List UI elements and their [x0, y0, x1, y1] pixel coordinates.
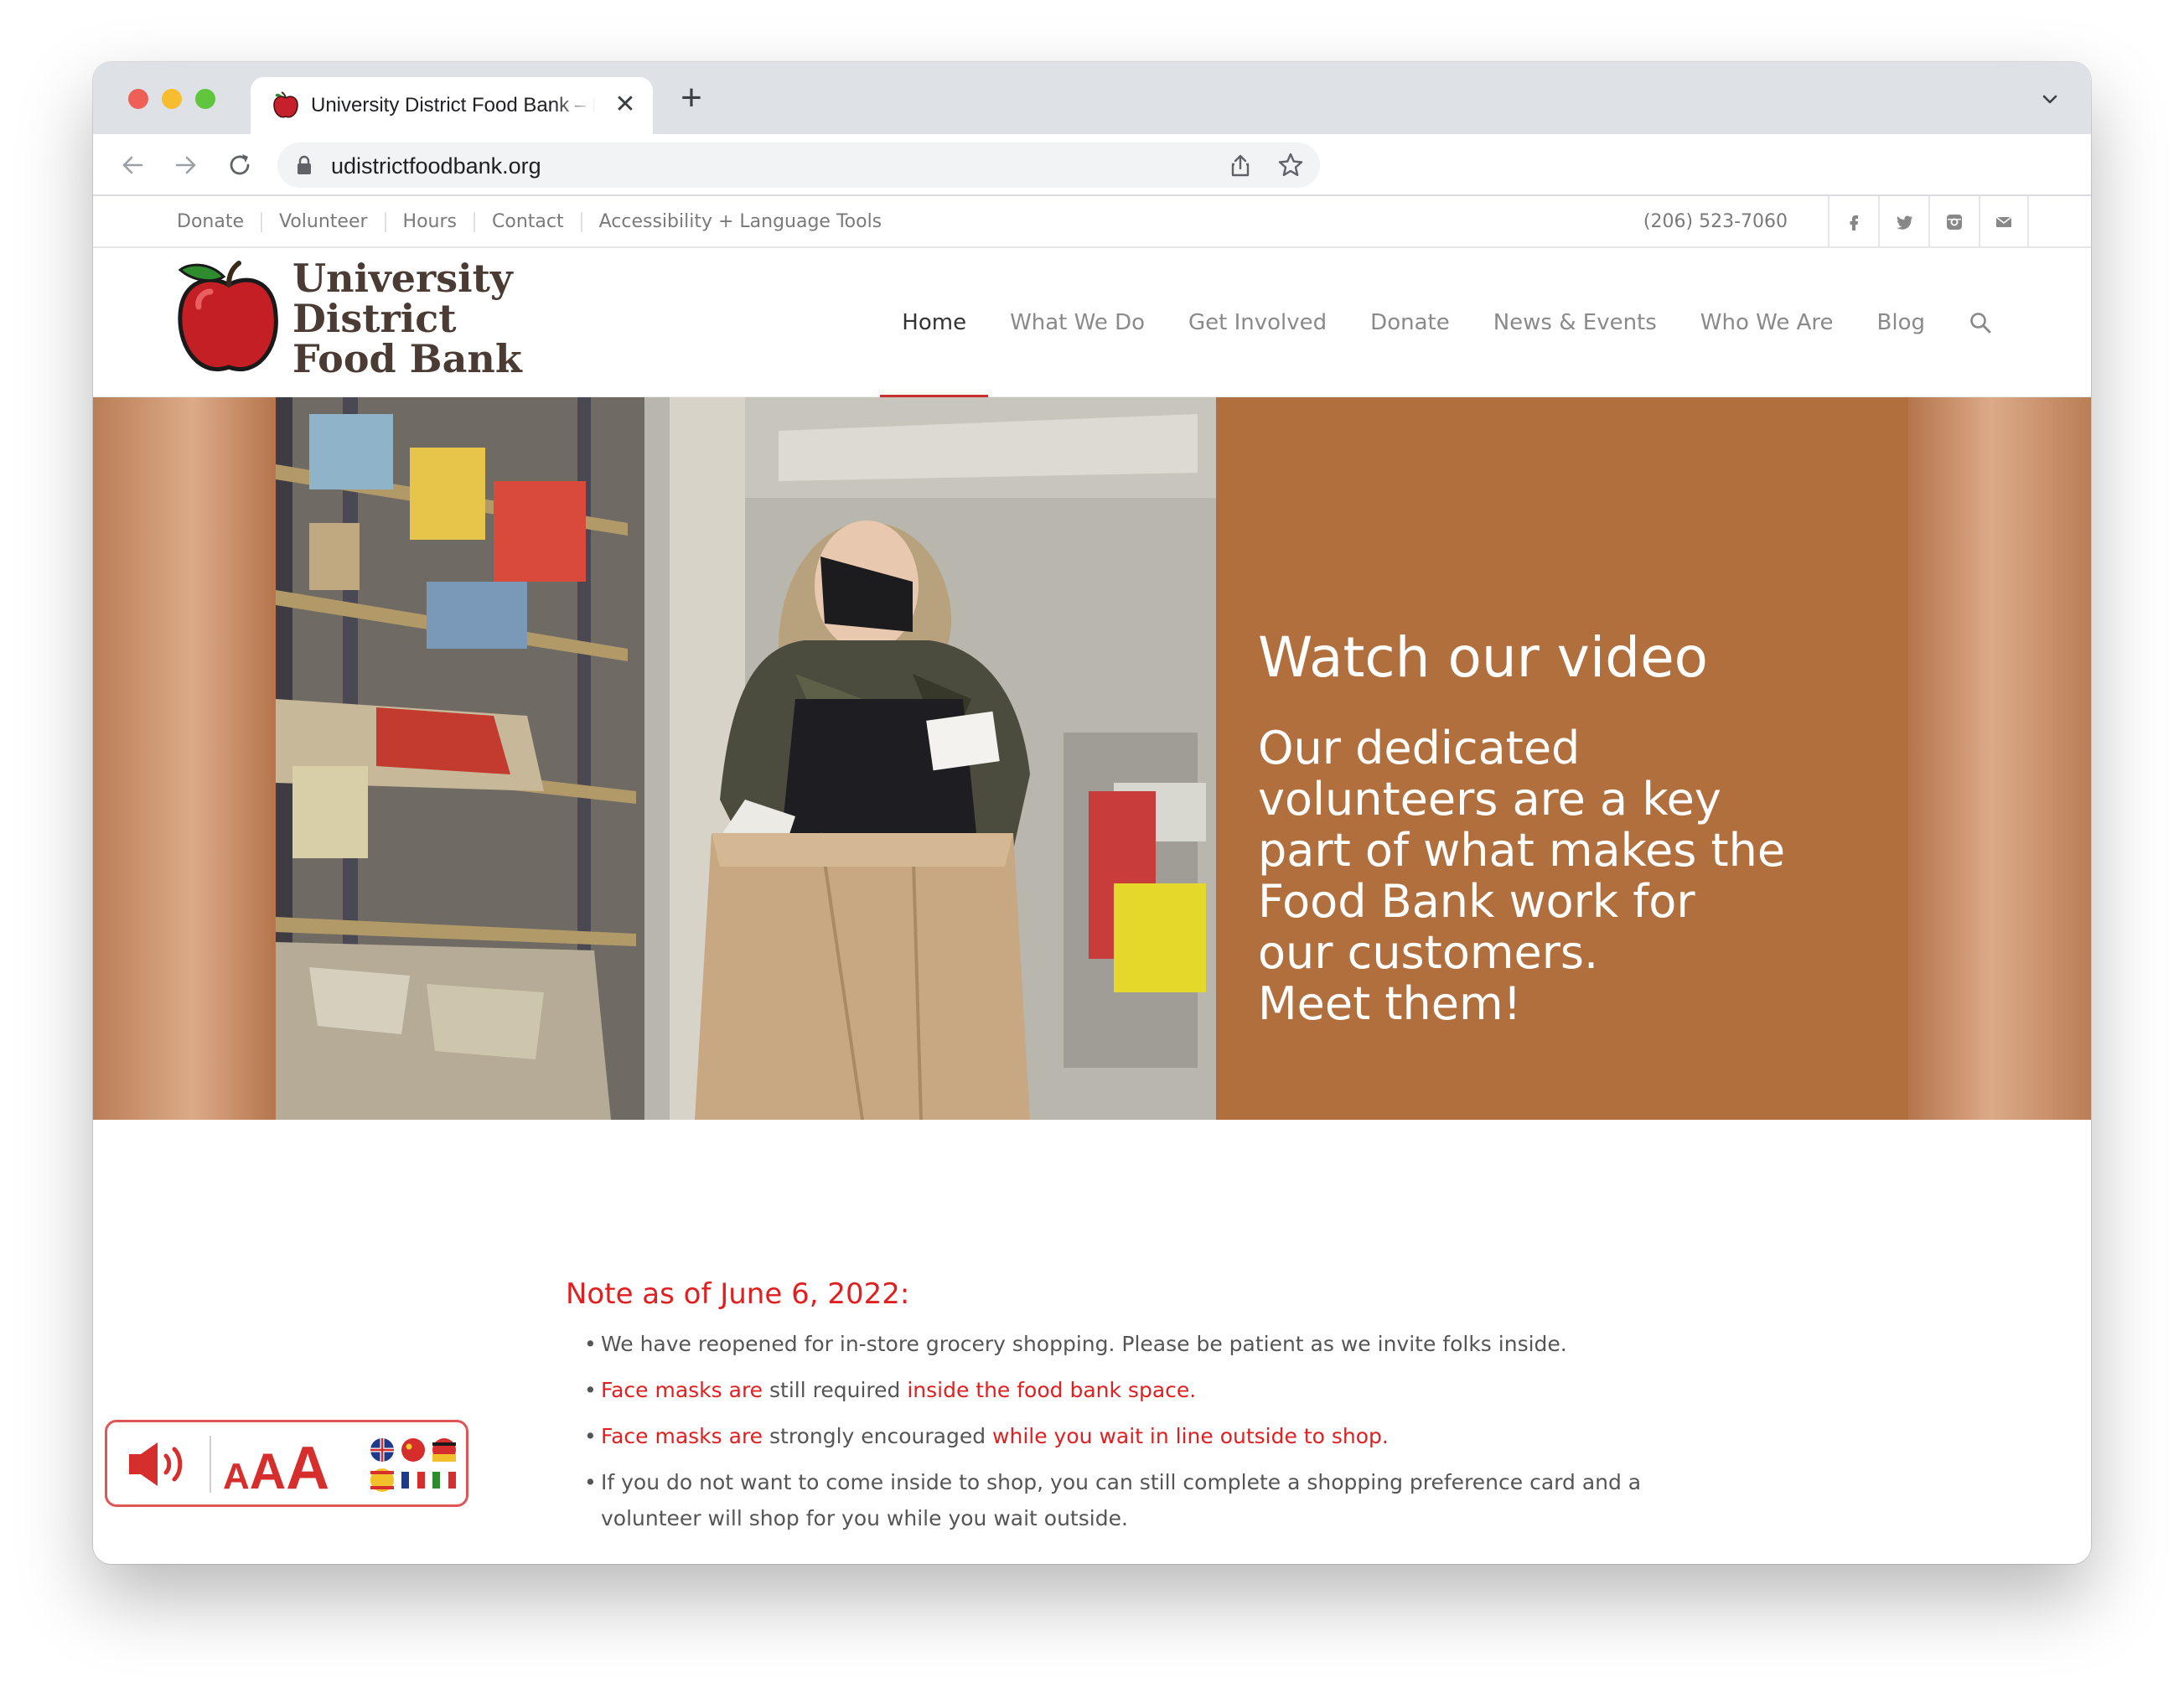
- hero-line-4: Food Bank work for: [1258, 875, 1695, 928]
- nav-what-we-do[interactable]: What We Do: [1010, 248, 1145, 397]
- twitter-link[interactable]: [1878, 196, 1928, 248]
- text-size-large: A: [286, 1435, 330, 1502]
- hero-video-banner[interactable]: Watch our video Our dedicated volunteers…: [93, 397, 2091, 1120]
- instagram-icon: [1947, 215, 1962, 230]
- notice-item-highlight: inside the food bank space.: [907, 1378, 1197, 1402]
- text-size-button[interactable]: AAA: [223, 1434, 329, 1503]
- forward-arrow-icon[interactable]: [170, 149, 202, 181]
- notice-title: Note as of June 6, 2022:: [566, 1277, 910, 1311]
- logo-line-3: Food Bank: [292, 336, 522, 381]
- notice-item: Face masks are strongly encouraged while…: [584, 1418, 1739, 1454]
- notice-list: We have reopened for in-store grocery sh…: [566, 1326, 1739, 1536]
- hero-line-5: our customers.: [1258, 926, 1599, 979]
- back-arrow-icon[interactable]: [116, 149, 148, 181]
- facebook-icon: [1850, 215, 1858, 230]
- new-tab-icon[interactable]: +: [673, 80, 710, 117]
- search-icon[interactable]: [1969, 311, 1992, 334]
- utility-link-contact[interactable]: Contact: [474, 212, 581, 232]
- web-page: Donate Volunteer Hours Contact Accessibi…: [93, 196, 2091, 1564]
- utility-bar: Donate Volunteer Hours Contact Accessibi…: [93, 196, 2091, 248]
- text-size-medium: A: [249, 1443, 287, 1499]
- address-bar[interactable]: udistrictfoodbank.org: [277, 142, 1320, 188]
- utility-link-donate[interactable]: Donate: [177, 212, 261, 232]
- maximize-window-button[interactable]: [195, 89, 215, 109]
- text-size-small: A: [223, 1456, 250, 1497]
- volunteer-photo: [276, 397, 1216, 1120]
- logo-line-1: University: [292, 256, 513, 301]
- hero-line-1: Our dedicated: [1258, 722, 1581, 774]
- close-window-button[interactable]: [128, 89, 148, 109]
- language-flags-icon[interactable]: [367, 1436, 459, 1494]
- hero-line-2: volunteers are a key: [1258, 773, 1721, 826]
- widget-divider: [210, 1436, 211, 1493]
- envelope-icon: [1995, 216, 2012, 227]
- utility-link-accessibility[interactable]: Accessibility + Language Tools: [580, 212, 899, 232]
- lock-icon[interactable]: [296, 155, 313, 175]
- apple-favicon-icon: [273, 91, 298, 118]
- facebook-link[interactable]: [1828, 196, 1878, 248]
- chevron-down-icon[interactable]: [2037, 87, 2062, 112]
- hero-line-3: part of what makes the: [1258, 824, 1786, 877]
- notice-item-highlight: while you wait in line outside to shop.: [992, 1424, 1389, 1448]
- notice-item: If you do not want to come inside to sho…: [584, 1464, 1739, 1536]
- hero-subtitle: Our dedicated volunteers are a key part …: [1258, 722, 1895, 1029]
- close-tab-icon[interactable]: ✕: [611, 91, 639, 119]
- notice-item-highlight: Face masks are: [601, 1378, 763, 1402]
- covid-notice: Note as of June 6, 2022: We have reopene…: [566, 1277, 1739, 1546]
- nav-news-events[interactable]: News & Events: [1493, 248, 1657, 397]
- minimize-window-button[interactable]: [162, 89, 182, 109]
- notice-item-text: strongly encouraged: [763, 1424, 993, 1448]
- hero-text-panel: Watch our video Our dedicated volunteers…: [1216, 397, 1908, 1120]
- nav-get-involved[interactable]: Get Involved: [1188, 248, 1327, 397]
- site-header: University District Food Bank Home What …: [93, 248, 2091, 397]
- notice-item: Face masks are still required inside the…: [584, 1372, 1739, 1408]
- utility-link-hours[interactable]: Hours: [384, 212, 474, 232]
- twitter-icon: [1897, 215, 1912, 230]
- notice-item-text: We have reopened for in-store grocery sh…: [601, 1332, 1567, 1356]
- bookmark-star-icon[interactable]: [1276, 151, 1305, 179]
- nav-donate[interactable]: Donate: [1370, 248, 1450, 397]
- notice-item-text: still required: [763, 1378, 908, 1402]
- hero-line-6: Meet them!: [1258, 977, 1522, 1030]
- share-icon[interactable]: [1228, 153, 1253, 178]
- main-navigation: Home What We Do Get Involved Donate News…: [858, 248, 1992, 397]
- nav-blog[interactable]: Blog: [1877, 248, 1925, 397]
- email-link[interactable]: [1979, 196, 2029, 248]
- notice-item: We have reopened for in-store grocery sh…: [584, 1326, 1739, 1362]
- speaker-icon[interactable]: [127, 1437, 194, 1491]
- notice-item-highlight: Face masks are: [601, 1424, 763, 1448]
- phone-number[interactable]: (206) 523-7060: [1643, 211, 1788, 232]
- hero-title: Watch our video: [1258, 625, 1709, 690]
- apple-logo-icon[interactable]: [173, 260, 282, 379]
- notice-item-text: If you do not want to come inside to sho…: [601, 1470, 1642, 1530]
- instagram-link[interactable]: [1928, 196, 1979, 248]
- browser-tab[interactable]: University District Food Bank – Fighting…: [251, 77, 653, 134]
- browser-window: University District Food Bank – Fighting…: [93, 62, 2091, 1564]
- browser-toolbar: udistrictfoodbank.org: [93, 134, 2091, 196]
- tab-title: University District Food Bank – Fighting…: [311, 94, 596, 117]
- utility-link-volunteer[interactable]: Volunteer: [261, 212, 385, 232]
- accessibility-widget[interactable]: AAA: [105, 1420, 468, 1507]
- logo-line-2: District: [292, 296, 457, 341]
- nav-home[interactable]: Home: [880, 248, 988, 397]
- tab-strip: University District Food Bank – Fighting…: [93, 62, 2091, 134]
- nav-who-we-are[interactable]: Who We Are: [1700, 248, 1834, 397]
- site-logo-text[interactable]: University District Food Bank: [292, 258, 522, 379]
- url-text[interactable]: udistrictfoodbank.org: [331, 153, 541, 179]
- utility-links: Donate Volunteer Hours Contact Accessibi…: [177, 196, 898, 248]
- reload-icon[interactable]: [224, 149, 256, 181]
